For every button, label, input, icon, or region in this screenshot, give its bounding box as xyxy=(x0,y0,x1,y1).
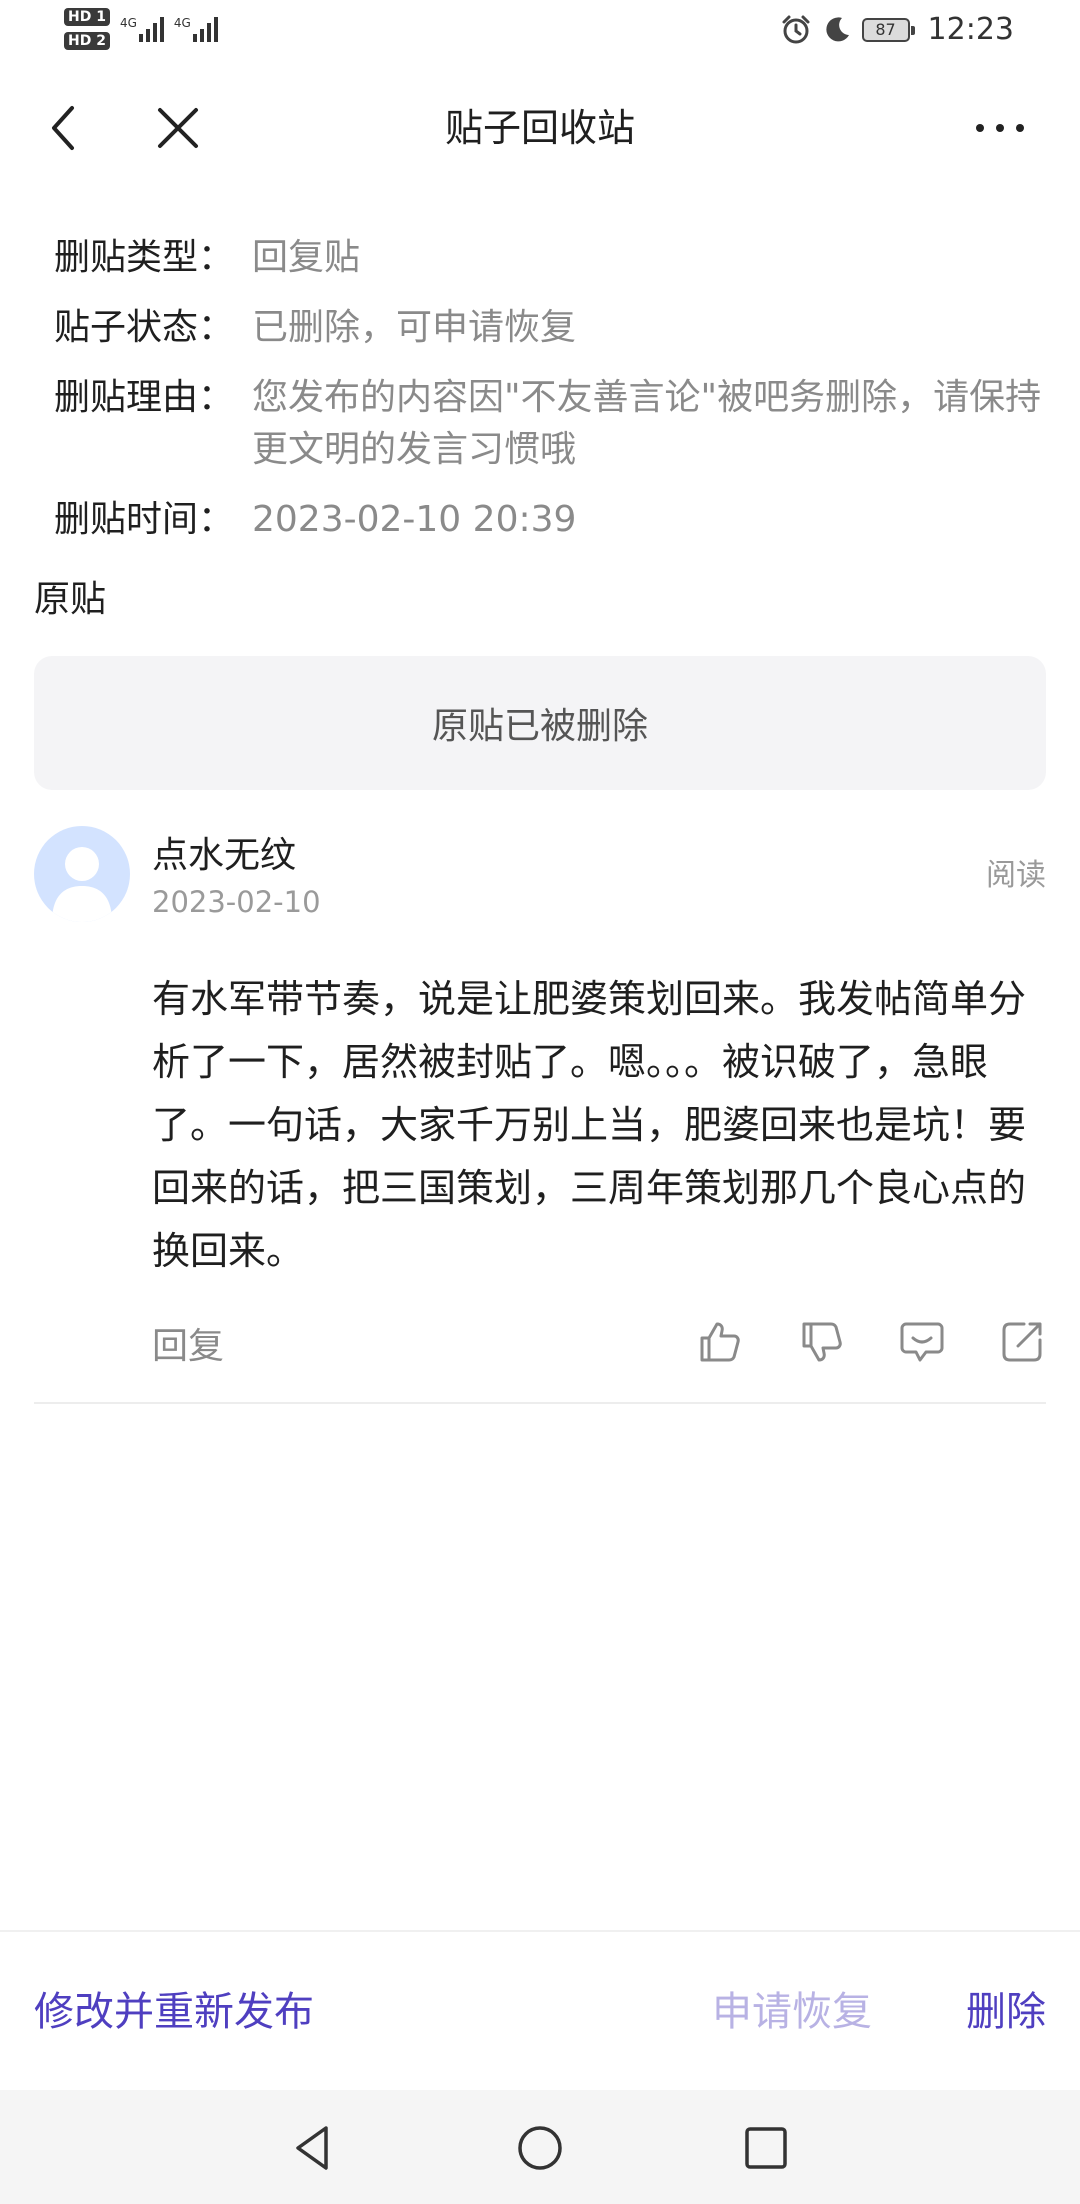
status-bar: HD 1 HD 2 4G 4G 87 12:23 xyxy=(0,0,1080,70)
info-row-reason: 删贴理由： 您发布的内容因"不友善言论"被吧务删除，请保持更文明的发言习惯哦 xyxy=(54,372,1044,476)
post-date: 2023-02-10 xyxy=(152,885,321,919)
signal-bars-1-icon xyxy=(138,16,164,42)
moon-icon xyxy=(825,16,849,41)
sim1-badge: HD 1 xyxy=(64,8,110,26)
deletion-info: 删贴类型： 回复贴 贴子状态： 已删除，可申请恢复 删贴理由： 您发布的内容因"… xyxy=(54,232,1044,564)
reply-button[interactable]: 回复 xyxy=(152,1322,224,1372)
share-icon[interactable] xyxy=(998,1318,1046,1366)
comment-icon[interactable] xyxy=(898,1318,946,1366)
info-row-status: 贴子状态： 已删除，可申请恢复 xyxy=(54,302,1044,354)
thumbs-down-icon[interactable] xyxy=(798,1318,846,1366)
sim2-badge: HD 2 xyxy=(64,32,110,50)
delete-button[interactable]: 删除 xyxy=(966,1984,1046,2040)
alarm-icon xyxy=(782,15,810,43)
thumbs-up-icon[interactable] xyxy=(696,1318,744,1366)
battery-level: 87 xyxy=(875,20,896,39)
status-left: HD 1 HD 2 4G 4G xyxy=(64,8,218,50)
system-recents-icon[interactable] xyxy=(740,2122,792,2174)
more-dots-icon[interactable] xyxy=(970,100,1030,156)
avatar-placeholder-icon xyxy=(52,847,112,922)
avatar[interactable] xyxy=(34,826,130,922)
status-right: 87 12:23 xyxy=(780,12,1014,47)
original-post-label: 原贴 xyxy=(34,579,107,620)
system-navigation-bar xyxy=(0,2090,1080,2204)
original-deleted-notice: 原贴已被删除 xyxy=(431,706,648,747)
reason-value: 您发布的内容因"不友善言论"被吧务删除，请保持更文明的发言习惯哦 xyxy=(252,377,1042,470)
post-divider xyxy=(34,1402,1046,1404)
post-username[interactable]: 点水无纹 xyxy=(152,832,296,880)
status-value: 已删除，可申请恢复 xyxy=(252,307,577,348)
time-value: 2023-02-10 20:39 xyxy=(252,499,577,540)
signal-bars-2-icon xyxy=(192,16,218,42)
time-label: 删贴时间： xyxy=(54,499,235,540)
system-back-icon[interactable] xyxy=(288,2122,340,2174)
info-row-type: 删贴类型： 回复贴 xyxy=(54,232,1044,284)
network-type-1: 4G xyxy=(119,16,137,30)
signal-2: 4G xyxy=(174,16,218,42)
system-home-icon[interactable] xyxy=(514,2122,566,2174)
original-deleted-box: 原贴已被删除 xyxy=(34,656,1046,790)
read-count-label: 阅读 xyxy=(986,858,1046,893)
status-label: 贴子状态： xyxy=(54,307,235,348)
edit-republish-button[interactable]: 修改并重新发布 xyxy=(34,1984,314,2040)
signal-1: 4G xyxy=(120,16,164,42)
post-content: 有水军带节奏，说是让肥婆策划回来。我发帖简单分析了一下，居然被封贴了。嗯。。。被… xyxy=(152,977,1027,1273)
status-time: 12:23 xyxy=(927,12,1014,47)
info-row-time: 删贴时间： 2023-02-10 20:39 xyxy=(54,494,1044,546)
nav-bar: 贴子回收站 xyxy=(0,80,1080,175)
page-title: 贴子回收站 xyxy=(444,106,635,150)
bottom-action-bar: 修改并重新发布 申请恢复 删除 xyxy=(0,1930,1080,2092)
type-label: 删贴类型： xyxy=(54,237,235,278)
request-restore-button[interactable]: 申请恢复 xyxy=(712,1984,872,2040)
sim-badges: HD 1 HD 2 xyxy=(64,8,110,50)
reason-label: 删贴理由： xyxy=(54,377,235,418)
type-value: 回复贴 xyxy=(252,237,361,278)
battery-indicator: 87 xyxy=(861,17,915,42)
network-type-2: 4G xyxy=(173,16,191,30)
